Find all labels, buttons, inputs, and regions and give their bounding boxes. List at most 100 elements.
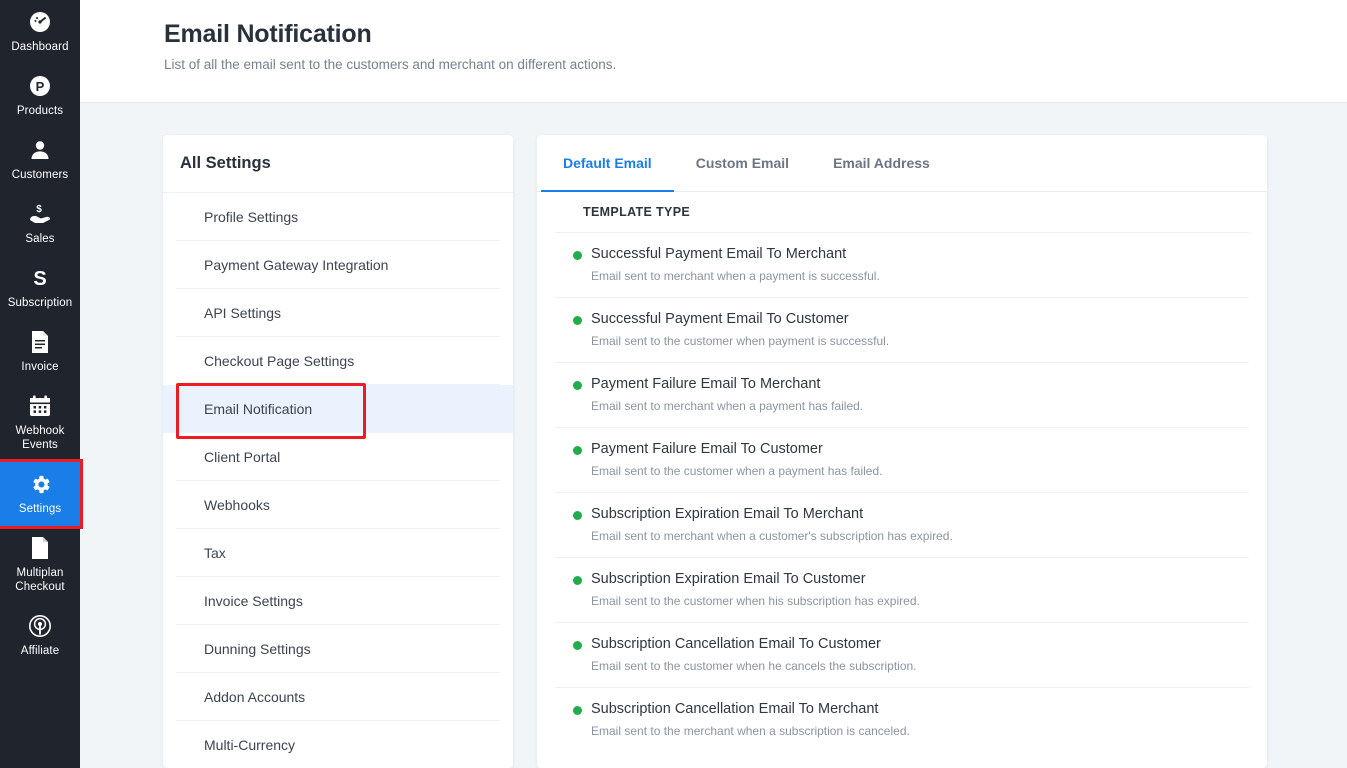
sidebar-item-label: Webhook Events [15, 425, 65, 451]
sidebar-item-label: Customers [11, 169, 69, 181]
sidebar-item-multiplan-checkout[interactable]: Multiplan Checkout [0, 526, 80, 604]
status-dot-icon [573, 251, 582, 260]
gear-icon [27, 471, 53, 497]
status-dot-icon [573, 641, 582, 650]
email-template-row[interactable]: Payment Failure Email To Customer Email s… [555, 427, 1249, 492]
settings-item-api-settings[interactable]: API Settings [176, 289, 500, 337]
page-header: Email Notification List of all the email… [80, 0, 1347, 103]
settings-item-email-notification[interactable]: Email Notification [163, 385, 513, 433]
sidebar-item-label: Products [16, 105, 64, 117]
settings-item-label: Addon Accounts [204, 688, 306, 705]
email-template-description: Email sent to the merchant when a subscr… [591, 724, 910, 738]
settings-item-multi-currency[interactable]: Multi-Currency [176, 721, 500, 768]
email-template-description: Email sent to merchant when a payment ha… [591, 399, 864, 413]
settings-item-addon-accounts[interactable]: Addon Accounts [176, 673, 500, 721]
email-template-description: Email sent to the customer when payment … [591, 334, 890, 348]
product-circle-p-icon: P [27, 73, 53, 99]
calendar-icon [27, 393, 53, 419]
email-template-row[interactable]: Successful Payment Email To Customer Emai… [555, 297, 1249, 362]
all-settings-header: All Settings [163, 135, 513, 193]
gauge-icon [27, 9, 53, 35]
svg-text:$: $ [36, 204, 42, 215]
main-sidebar: Dashboard P Products Customers $ Sales S Subscr… [0, 0, 83, 768]
settings-item-payment-gateway-integration[interactable]: Payment Gateway Integration [176, 241, 500, 289]
svg-text:P: P [36, 79, 45, 94]
tab-label: Custom Email [695, 154, 790, 171]
settings-item-label: Tax [204, 544, 226, 561]
user-icon [27, 137, 53, 163]
settings-item-invoice-settings[interactable]: Invoice Settings [176, 577, 500, 625]
page-icon [27, 535, 53, 561]
sidebar-item-label: Settings [18, 503, 62, 515]
settings-item-label: Invoice Settings [204, 592, 303, 609]
settings-list: Profile Settings Payment Gateway Integrat… [163, 193, 513, 768]
status-dot-icon [573, 381, 582, 390]
letter-s-icon: S [27, 265, 53, 291]
settings-item-label: API Settings [204, 304, 282, 321]
email-template-description: Email sent to the customer when he cance… [591, 659, 917, 673]
sidebar-item-webhook-events[interactable]: Webhook Events [0, 384, 80, 462]
settings-item-label: Webhooks [204, 496, 270, 513]
sidebar-item-sales[interactable]: $ Sales [0, 192, 80, 256]
email-template-row[interactable]: Subscription Cancellation Email To Merch… [555, 687, 1249, 752]
settings-item-tax[interactable]: Tax [176, 529, 500, 577]
status-dot-icon [573, 316, 582, 325]
email-template-description: Email sent to the customer when his subs… [591, 594, 920, 608]
email-template-title: Payment Failure Email To Customer [591, 441, 823, 457]
status-dot-icon [573, 446, 582, 455]
email-template-description: Email sent to the customer when a paymen… [591, 464, 883, 478]
all-settings-card: All Settings Profile Settings Payment Gat… [163, 135, 513, 768]
settings-item-checkout-page-settings[interactable]: Checkout Page Settings [176, 337, 500, 385]
email-template-row[interactable]: Subscription Expiration Email To Merchan… [555, 492, 1249, 557]
sidebar-item-settings[interactable]: Settings [0, 459, 83, 529]
tab-label: Default Email [563, 154, 652, 171]
email-templates-card: Default Email Custom Email Email Address T… [537, 135, 1267, 768]
settings-item-webhooks[interactable]: Webhooks [176, 481, 500, 529]
document-lines-icon [27, 329, 53, 355]
status-dot-icon [573, 576, 582, 585]
main-content: All Settings Profile Settings Payment Gat… [80, 103, 1347, 768]
sidebar-item-products[interactable]: P Products [0, 64, 80, 128]
email-template-row[interactable]: Successful Payment Email To Merchant Emai… [555, 232, 1249, 297]
settings-item-dunning-settings[interactable]: Dunning Settings [176, 625, 500, 673]
svg-text:S: S [33, 268, 46, 290]
tab-email-address[interactable]: Email Address [811, 135, 952, 192]
email-template-row[interactable]: Subscription Expiration Email To Custome… [555, 557, 1249, 622]
sidebar-item-label: Affiliate [20, 645, 60, 657]
sidebar-item-label: Dashboard [11, 41, 69, 53]
email-template-row[interactable]: Subscription Cancellation Email To Custo… [555, 622, 1249, 687]
settings-item-label: Client Portal [204, 448, 281, 465]
status-dot-icon [573, 511, 582, 520]
email-template-title: Subscription Cancellation Email To Merch… [591, 701, 879, 717]
settings-item-label: Checkout Page Settings [204, 352, 355, 369]
sidebar-item-label: Invoice [21, 361, 59, 373]
page-title: Email Notification [164, 20, 372, 48]
email-template-title: Subscription Cancellation Email To Custo… [591, 636, 881, 652]
sidebar-item-customers[interactable]: Customers [0, 128, 80, 192]
sidebar-item-invoice[interactable]: Invoice [0, 320, 80, 384]
settings-item-label: Multi-Currency [204, 737, 296, 753]
sidebar-item-subscription[interactable]: S Subscription [0, 256, 80, 320]
settings-item-client-portal[interactable]: Client Portal [176, 433, 500, 481]
tab-label: Email Address [833, 154, 930, 171]
settings-item-label: Email Notification [204, 400, 313, 417]
email-template-title: Subscription Expiration Email To Merchan… [591, 506, 864, 522]
settings-item-label: Profile Settings [204, 208, 299, 225]
tab-custom-email[interactable]: Custom Email [674, 135, 811, 192]
sidebar-item-label: Multiplan Checkout [15, 567, 65, 593]
sidebar-item-dashboard[interactable]: Dashboard [0, 0, 80, 64]
all-settings-title: All Settings [180, 154, 271, 172]
broadcast-icon [27, 613, 53, 639]
email-template-title: Successful Payment Email To Customer [591, 311, 849, 327]
sidebar-item-affiliate[interactable]: Affiliate [0, 604, 80, 668]
settings-item-label: Dunning Settings [204, 640, 311, 657]
tab-default-email[interactable]: Default Email [541, 135, 674, 192]
email-template-description: Email sent to merchant when a customer's… [591, 529, 953, 543]
email-tabs: Default Email Custom Email Email Address [537, 135, 1267, 192]
email-template-row[interactable]: Payment Failure Email To Merchant Email s… [555, 362, 1249, 427]
email-template-title: Successful Payment Email To Merchant [591, 246, 847, 262]
settings-item-profile-settings[interactable]: Profile Settings [176, 193, 500, 241]
app-root: Dashboard P Products Customers $ Sales S Subscr… [0, 0, 1347, 768]
sidebar-item-label: Sales [25, 233, 55, 245]
email-template-title: Subscription Expiration Email To Custome… [591, 571, 866, 587]
